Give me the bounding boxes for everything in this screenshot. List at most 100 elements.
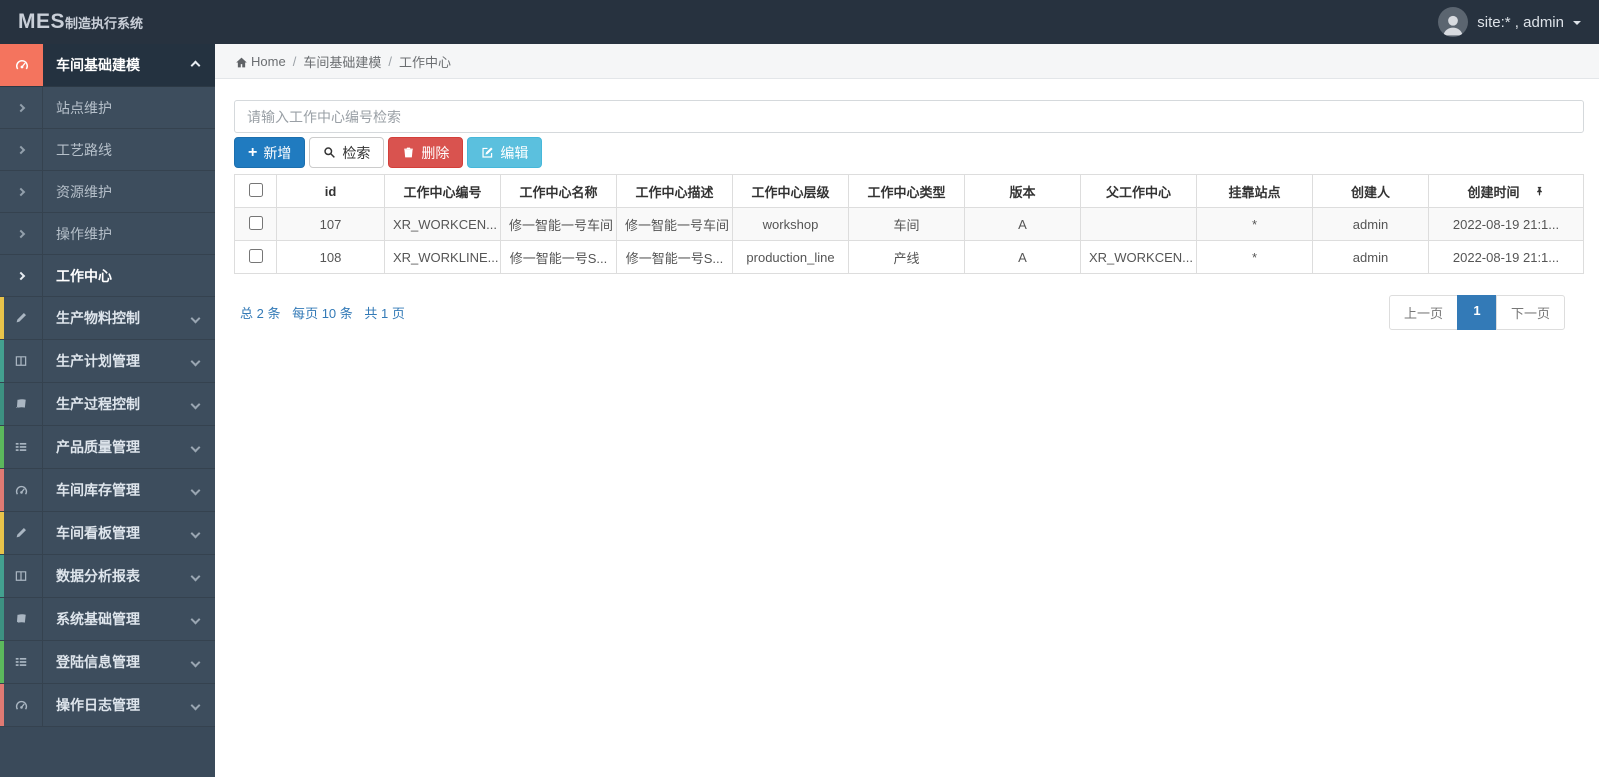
chevron-right-icon bbox=[0, 255, 43, 296]
cell-type: 车间 bbox=[848, 207, 965, 241]
sidebar-item-process-route[interactable]: 工艺路线 bbox=[0, 129, 215, 171]
breadcrumb-current: 工作中心 bbox=[398, 54, 451, 70]
row-checkbox-cell bbox=[234, 240, 277, 274]
app-logo-subtitle: 制造执行系统 bbox=[65, 16, 144, 31]
main-content: Home / 车间基础建模 / 工作中心 + 新增 检索 删除 bbox=[215, 44, 1599, 777]
chevron-right-icon bbox=[0, 129, 43, 170]
toolbar: + 新增 检索 删除 编辑 bbox=[234, 137, 1584, 168]
gauge-icon bbox=[0, 44, 43, 86]
cell-id: 108 bbox=[276, 240, 385, 274]
pagination-summary: 总 2 条 每页 10 条 共 1 页 bbox=[234, 303, 413, 322]
chevron-down-icon bbox=[190, 700, 201, 710]
sidebar-group-data-analysis[interactable]: 数据分析报表 bbox=[0, 555, 215, 598]
cell-parent bbox=[1080, 207, 1197, 241]
breadcrumb: Home / 车间基础建模 / 工作中心 bbox=[215, 44, 1599, 79]
list-icon bbox=[0, 641, 43, 683]
plus-icon: + bbox=[248, 143, 258, 161]
group-color-strip bbox=[0, 383, 4, 425]
sidebar-group-product-quality[interactable]: 产品质量管理 bbox=[0, 426, 215, 469]
row-checkbox[interactable] bbox=[248, 215, 263, 230]
sidebar-item-label: 操作维护 bbox=[56, 225, 112, 242]
breadcrumb-level1[interactable]: 车间基础建模 bbox=[303, 52, 381, 71]
select-all-checkbox[interactable] bbox=[248, 182, 263, 197]
delete-button-label: 删除 bbox=[421, 144, 450, 161]
columns-icon bbox=[0, 555, 43, 597]
search-button[interactable]: 检索 bbox=[309, 137, 385, 168]
sidebar-item-station-maintenance[interactable]: 站点维护 bbox=[0, 87, 215, 129]
cell-created-time: 2022-08-19 21:1... bbox=[1428, 207, 1584, 241]
per-page-count: 每页 10 条 bbox=[292, 306, 353, 321]
cell-id: 107 bbox=[276, 207, 385, 241]
sidebar-group-label: 车间库存管理 bbox=[56, 482, 140, 498]
chevron-down-icon bbox=[190, 528, 201, 538]
column-header-creator: 创建人 bbox=[1312, 174, 1429, 208]
sidebar-group-production-process[interactable]: 生产过程控制 bbox=[0, 383, 215, 426]
table-row[interactable]: 108 XR_WORKLINE... 修一智能一号S... 修一智能一号S...… bbox=[234, 240, 1584, 274]
page-1-button[interactable]: 1 bbox=[1456, 295, 1497, 330]
header-checkbox-cell bbox=[234, 174, 277, 208]
sidebar-item-label: 工作中心 bbox=[56, 267, 112, 284]
column-header-id: id bbox=[276, 174, 385, 208]
trash-icon bbox=[404, 147, 414, 158]
pushpin-icon[interactable] bbox=[1534, 185, 1545, 197]
sidebar-group-label: 登陆信息管理 bbox=[56, 654, 140, 670]
column-header-type: 工作中心类型 bbox=[848, 174, 965, 208]
column-header-version: 版本 bbox=[964, 174, 1081, 208]
sidebar-group-system-basic[interactable]: 系统基础管理 bbox=[0, 598, 215, 641]
cell-created-time: 2022-08-19 21:1... bbox=[1428, 240, 1584, 274]
breadcrumb-separator: / bbox=[388, 53, 392, 69]
prev-page-button[interactable]: 上一页 bbox=[1388, 295, 1458, 330]
group-color-strip bbox=[0, 469, 4, 511]
sidebar-item-label: 资源维护 bbox=[56, 183, 112, 200]
sidebar-item-resource-maintenance[interactable]: 资源维护 bbox=[0, 171, 215, 213]
cell-station: * bbox=[1196, 240, 1313, 274]
column-header-code: 工作中心编号 bbox=[384, 174, 501, 208]
sidebar-group-operation-log[interactable]: 操作日志管理 bbox=[0, 684, 215, 727]
column-header-description: 工作中心描述 bbox=[616, 174, 733, 208]
chevron-down-icon bbox=[190, 313, 201, 323]
column-header-station: 挂靠站点 bbox=[1196, 174, 1313, 208]
sidebar-item-work-center[interactable]: 工作中心 bbox=[0, 255, 215, 297]
pencil-icon bbox=[0, 297, 43, 339]
top-navbar: MES 制造执行系统 site:* , admin bbox=[0, 0, 1599, 44]
group-color-strip bbox=[0, 684, 4, 726]
chevron-down-icon bbox=[190, 657, 201, 667]
cell-level: production_line bbox=[732, 240, 849, 274]
sidebar-group-label: 车间看板管理 bbox=[56, 525, 140, 541]
sidebar-group-login-info[interactable]: 登陆信息管理 bbox=[0, 641, 215, 684]
breadcrumb-home[interactable]: Home bbox=[251, 54, 286, 69]
cell-version: A bbox=[964, 207, 1081, 241]
chevron-right-icon bbox=[0, 87, 43, 128]
edit-button[interactable]: 编辑 bbox=[467, 137, 543, 168]
total-count: 总 2 条 bbox=[240, 306, 281, 321]
table-row[interactable]: 107 XR_WORKCEN... 修一智能一号车间 修一智能一号车间 work… bbox=[234, 207, 1584, 241]
user-menu[interactable]: site:* , admin bbox=[1438, 7, 1581, 37]
row-checkbox-cell bbox=[234, 207, 277, 241]
sidebar-item-operation-maintenance[interactable]: 操作维护 bbox=[0, 213, 215, 255]
chevron-down-icon bbox=[190, 571, 201, 581]
add-button[interactable]: + 新增 bbox=[234, 137, 306, 168]
sidebar-group-production-plan[interactable]: 生产计划管理 bbox=[0, 340, 215, 383]
chevron-right-icon bbox=[0, 171, 43, 212]
user-label: site:* , admin bbox=[1477, 13, 1564, 31]
app-logo-bold: MES bbox=[18, 10, 66, 33]
next-page-button[interactable]: 下一页 bbox=[1495, 295, 1565, 330]
sidebar-group-workshop-modeling[interactable]: 车间基础建模 bbox=[0, 44, 215, 87]
sidebar-group-workshop-kanban[interactable]: 车间看板管理 bbox=[0, 512, 215, 555]
row-checkbox[interactable] bbox=[248, 248, 263, 263]
page-content: + 新增 检索 删除 编辑 bbox=[215, 79, 1599, 330]
cell-code: XR_WORKLINE... bbox=[384, 240, 501, 274]
sidebar-group-workshop-inventory[interactable]: 车间库存管理 bbox=[0, 469, 215, 512]
app-logo: MES 制造执行系统 bbox=[18, 10, 143, 34]
chevron-down-icon bbox=[190, 614, 201, 624]
cell-level: workshop bbox=[732, 207, 849, 241]
column-header-level: 工作中心层级 bbox=[732, 174, 849, 208]
delete-button[interactable]: 删除 bbox=[388, 137, 464, 168]
search-input[interactable] bbox=[234, 100, 1584, 133]
edit-button-label: 编辑 bbox=[500, 144, 529, 161]
sidebar: 车间基础建模 站点维护 工艺路线 资源维护 操作维护 工作中心 生产物料控制 生… bbox=[0, 44, 215, 777]
home-icon bbox=[236, 57, 247, 67]
sidebar-group-production-material[interactable]: 生产物料控制 bbox=[0, 297, 215, 340]
group-color-strip bbox=[0, 641, 4, 683]
column-header-name: 工作中心名称 bbox=[500, 174, 617, 208]
